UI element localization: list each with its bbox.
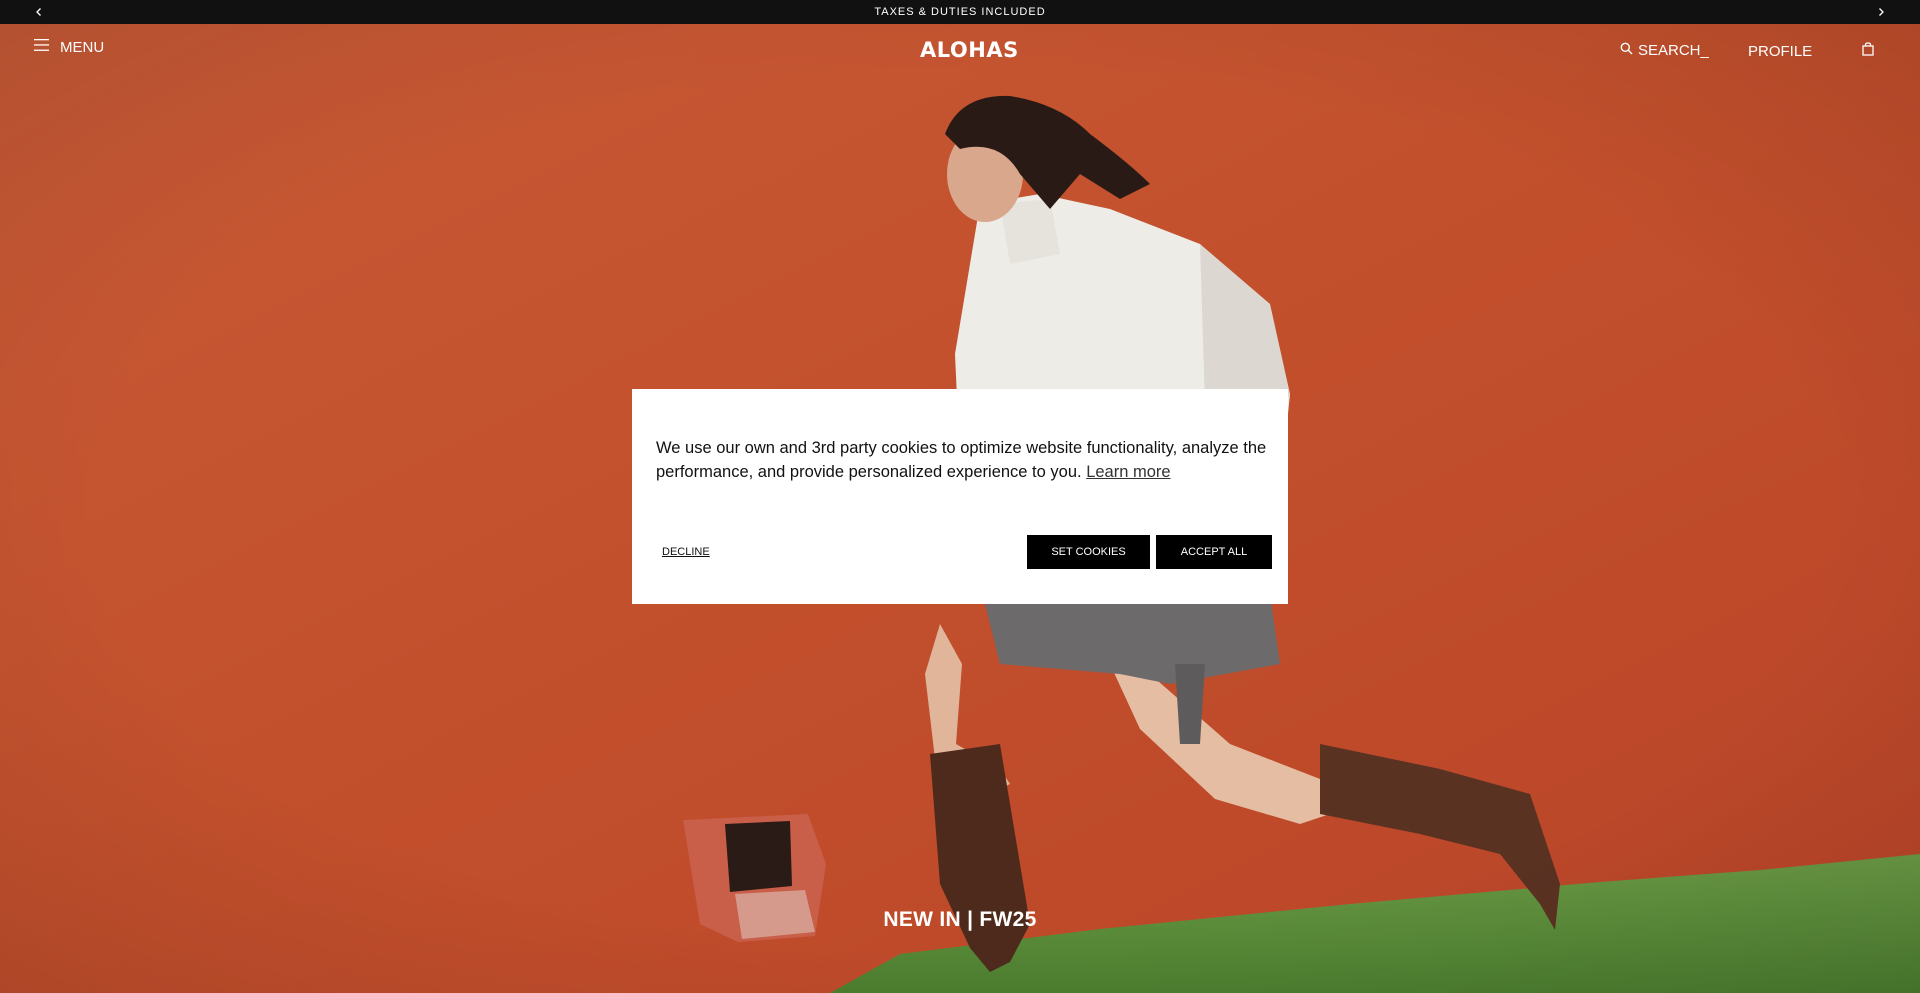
announcement-text: TAXES & DUTIES INCLUDED [874, 6, 1046, 18]
profile-link[interactable]: PROFILE [1748, 43, 1812, 60]
chevron-right-icon[interactable] [1866, 0, 1896, 24]
menu-button[interactable]: MENU [34, 38, 104, 56]
site-header: MENU ALOHAS SEARCH_ PROFILE [0, 24, 1920, 78]
learn-more-link[interactable]: Learn more [1086, 463, 1170, 481]
search-label: SEARCH_ [1638, 42, 1709, 59]
hamburger-icon [34, 38, 50, 56]
announcement-bar: TAXES & DUTIES INCLUDED [0, 0, 1920, 24]
accept-all-button[interactable]: ACCEPT ALL [1156, 535, 1272, 569]
logo[interactable]: ALOHAS [920, 38, 1019, 62]
chevron-left-icon[interactable] [24, 0, 54, 24]
hero-caption[interactable]: NEW IN | FW25 [0, 908, 1920, 932]
cookie-consent-dialog: We use our own and 3rd party cookies to … [632, 389, 1288, 604]
set-cookies-button[interactable]: SET COOKIES [1027, 535, 1150, 569]
cookie-message: We use our own and 3rd party cookies to … [656, 439, 1267, 481]
search-icon [1620, 42, 1633, 59]
menu-label: MENU [60, 38, 105, 56]
decline-button[interactable]: DECLINE [662, 546, 710, 558]
search-button[interactable]: SEARCH_ [1620, 42, 1709, 59]
shopping-bag-icon[interactable] [1862, 42, 1874, 61]
cookie-message-block: We use our own and 3rd party cookies to … [656, 436, 1268, 484]
